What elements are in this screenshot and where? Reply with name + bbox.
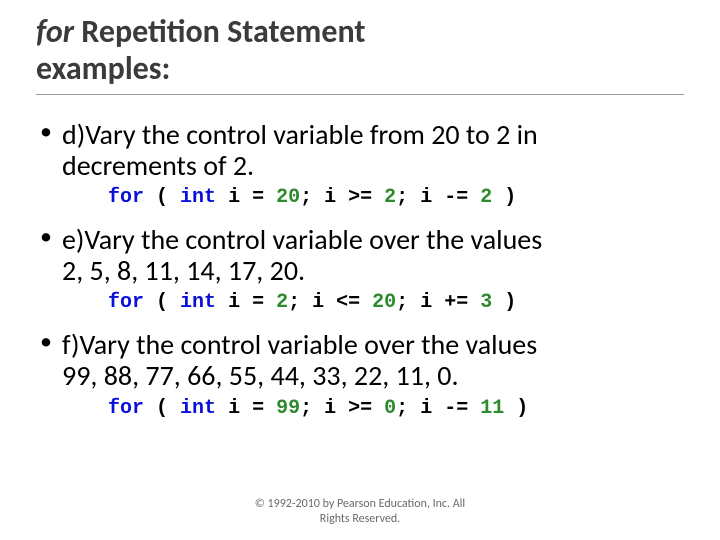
semicolon: ; [300, 397, 324, 420]
identifier: i [312, 291, 324, 314]
desc-line1: e)Vary the control variable over the val… [62, 222, 542, 257]
compare-op: <= [324, 291, 372, 314]
desc-line2: decrements of 2. [62, 148, 254, 183]
copyright-footer: © 1992-2010 by Pearson Education, Inc. A… [0, 497, 720, 526]
kw-int: int [180, 291, 216, 314]
list-item: e)Vary the control variable over the val… [36, 224, 684, 315]
semicolon: ; [396, 397, 420, 420]
identifier: i [228, 397, 240, 420]
lparen: ( [144, 186, 180, 209]
identifier: i [228, 186, 240, 209]
identifier: i [420, 397, 432, 420]
kw-int: int [180, 186, 216, 209]
number-limit: 20 [372, 291, 396, 314]
code-line: for ( int i = 99; i >= 0; i -= 11 ) [108, 398, 684, 420]
space [216, 291, 228, 314]
footer-line2: Rights Reserved. [320, 512, 400, 526]
identifier: i [420, 291, 432, 314]
rparen: ) [504, 397, 528, 420]
semicolon: ; [300, 186, 324, 209]
step-op: -= [432, 397, 480, 420]
code-line: for ( int i = 20; i >= 2; i -= 2 ) [108, 187, 684, 209]
desc-line2: 99, 88, 77, 66, 55, 44, 33, 22, 11, 0. [62, 358, 459, 393]
identifier: i [324, 186, 336, 209]
identifier: i [228, 291, 240, 314]
step-op: -= [432, 186, 480, 209]
number-limit: 2 [384, 186, 396, 209]
identifier: i [324, 397, 336, 420]
kw-for: for [108, 291, 144, 314]
step-op: += [432, 291, 480, 314]
title-line2: examples: [36, 49, 170, 88]
footer-line1: © 1992-2010 by Pearson Education, Inc. A… [255, 497, 465, 511]
semicolon: ; [396, 291, 420, 314]
number-init: 99 [276, 397, 300, 420]
desc-line1: f)Vary the control variable over the val… [62, 327, 537, 362]
kw-for: for [108, 186, 144, 209]
desc-line2: 2, 5, 8, 11, 14, 17, 20. [62, 253, 305, 288]
number-limit: 0 [384, 397, 396, 420]
item-description: e)Vary the control variable over the val… [62, 224, 684, 287]
number-step: 11 [480, 397, 504, 420]
kw-for: for [108, 397, 144, 420]
assign-op: = [240, 186, 276, 209]
item-description: f)Vary the control variable over the val… [62, 329, 684, 392]
number-step: 3 [480, 291, 492, 314]
compare-op: >= [336, 186, 384, 209]
rparen: ) [492, 186, 516, 209]
space [216, 397, 228, 420]
title-rest-line1: Repetition Statement [74, 12, 365, 51]
slide: for Repetition Statement examples: d)Var… [0, 0, 720, 540]
number-init: 20 [276, 186, 300, 209]
compare-op: >= [336, 397, 384, 420]
identifier: i [420, 186, 432, 209]
space [216, 186, 228, 209]
assign-op: = [240, 397, 276, 420]
item-description: d)Vary the control variable from 20 to 2… [62, 119, 684, 182]
title-italic-word: for [36, 12, 74, 51]
code-line: for ( int i = 2; i <= 20; i += 3 ) [108, 292, 684, 314]
list-item: f)Vary the control variable over the val… [36, 329, 684, 420]
slide-title: for Repetition Statement examples: [36, 14, 684, 95]
desc-line1: d)Vary the control variable from 20 to 2… [62, 117, 538, 152]
assign-op: = [240, 291, 276, 314]
list-item: d)Vary the control variable from 20 to 2… [36, 119, 684, 210]
number-step: 2 [480, 186, 492, 209]
lparen: ( [144, 397, 180, 420]
number-init: 2 [276, 291, 288, 314]
rparen: ) [492, 291, 516, 314]
lparen: ( [144, 291, 180, 314]
kw-int: int [180, 397, 216, 420]
semicolon: ; [396, 186, 420, 209]
bullet-list: d)Vary the control variable from 20 to 2… [36, 119, 684, 420]
semicolon: ; [288, 291, 312, 314]
